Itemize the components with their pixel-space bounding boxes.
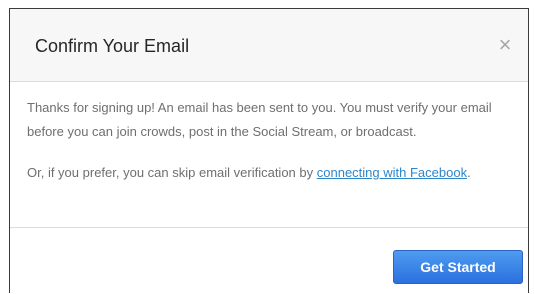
get-started-button[interactable]: Get Started bbox=[393, 250, 523, 284]
close-icon[interactable]: × bbox=[495, 33, 515, 57]
dialog-title: Confirm Your Email bbox=[35, 36, 190, 56]
facebook-option-suffix: . bbox=[467, 165, 471, 180]
connect-facebook-link[interactable]: connecting with Facebook bbox=[317, 165, 467, 180]
signup-message: Thanks for signing up! An email has been… bbox=[27, 100, 492, 139]
dialog-footer: Get Started bbox=[10, 228, 528, 294]
confirm-email-dialog: Confirm Your Email × Thanks for signing … bbox=[9, 8, 529, 294]
facebook-option-message: Or, if you prefer, you can skip email ve… bbox=[27, 161, 519, 185]
facebook-option-prefix: Or, if you prefer, you can skip email ve… bbox=[27, 165, 317, 180]
dialog-header: Confirm Your Email × bbox=[10, 9, 528, 82]
dialog-body: Thanks for signing up! An email has been… bbox=[10, 82, 528, 228]
